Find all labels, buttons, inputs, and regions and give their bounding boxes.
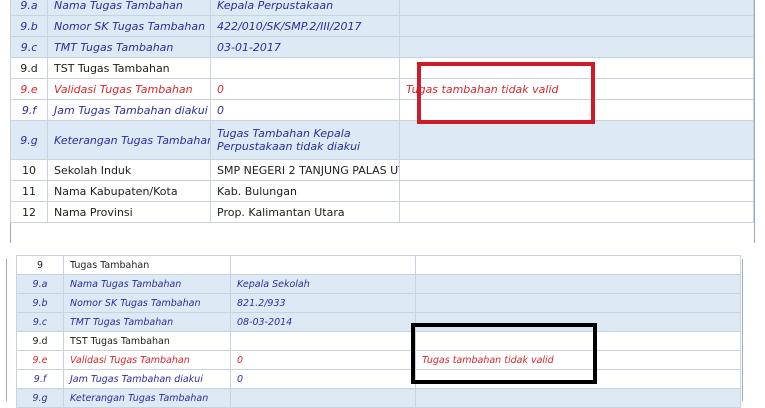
row-label: Nomor SK Tugas Tambahan [63, 293, 231, 313]
table-row: 9.b Nomor SK Tugas Tambahan 821.2/933 [16, 293, 741, 313]
row-number: 9.e [10, 78, 48, 100]
table-row: 9.c TMT Tugas Tambahan 08-03-2014 [16, 312, 741, 332]
row-number: 9.e [16, 350, 64, 370]
row-note [399, 0, 754, 16]
table-row: 9.f Jam Tugas Tambahan diakui 0 [10, 99, 754, 121]
row-label: Tugas Tambahan [63, 255, 231, 275]
row-note [399, 120, 754, 160]
table-row: 9 Tugas Tambahan [16, 255, 741, 275]
table-row: 9.a Nama Tugas Tambahan Kepala Sekolah [16, 274, 741, 294]
table-row: 9.g Keterangan Tugas Tambahan Tugas Tambah… [10, 120, 754, 160]
table-row: 9.d TST Tugas Tambahan [10, 57, 754, 79]
row-number: 9.f [10, 99, 48, 121]
row-value: 0 [230, 350, 416, 370]
panel-right-rule [754, 0, 755, 243]
tugas-tambahan-table-top: 9.a Nama Tugas Tambahan Kepala Perpustakaa… [10, 0, 754, 223]
row-number: 9.d [10, 57, 48, 79]
black-highlight-box [411, 323, 597, 384]
row-label: Jam Tugas Tambahan diakui [47, 99, 211, 121]
row-number: 9.a [16, 274, 64, 294]
bottom-right-rule [742, 259, 743, 401]
table-row: 9.b Nomor SK Tugas Tambahan 422/010/SK/SMP… [10, 15, 754, 37]
row-label: TMT Tugas Tambahan [47, 36, 211, 58]
row-note [415, 274, 741, 294]
row-value: Prop. Kalimantan Utara [210, 201, 400, 223]
row-note [399, 201, 754, 223]
red-highlight-box [417, 62, 595, 124]
row-number: 9.a [10, 0, 48, 16]
row-number: 9.b [10, 15, 48, 37]
row-note [399, 180, 754, 202]
row-note [415, 293, 741, 313]
table-row: 9.e Validasi Tugas Tambahan 0 Tugas tambaha… [10, 78, 754, 100]
row-number: 10 [10, 159, 48, 181]
row-label: TST Tugas Tambahan [47, 57, 211, 79]
table-row: 9.d TST Tugas Tambahan [16, 331, 741, 351]
row-value: 821.2/933 [230, 293, 416, 313]
row-label: Nama Kabupaten/Kota [47, 180, 211, 202]
row-value: SMP NEGERI 2 TANJUNG PALAS UTARA [210, 159, 400, 181]
row-value: Kepala Sekolah [230, 274, 416, 294]
row-note [399, 159, 754, 181]
row-note [399, 15, 754, 37]
row-label: Nomor SK Tugas Tambahan [47, 15, 211, 37]
row-value: 08-03-2014 [230, 312, 416, 332]
row-number: 9.b [16, 293, 64, 313]
row-value: 0 [210, 99, 400, 121]
row-label: Nama Provinsi [47, 201, 211, 223]
row-note [399, 36, 754, 58]
table-row: 9.e Validasi Tugas Tambahan 0 Tugas tambaha… [16, 350, 741, 370]
table-row: 10 Sekolah Induk SMP NEGERI 2 TANJUNG PALA… [10, 159, 754, 181]
row-value: 0 [210, 78, 400, 100]
row-label: Validasi Tugas Tambahan [47, 78, 211, 100]
row-number: 9.g [16, 388, 64, 408]
bottom-left-rule [6, 259, 7, 401]
row-label: Keterangan Tugas Tambahan [63, 388, 231, 408]
row-number: 12 [10, 201, 48, 223]
row-value: 03-01-2017 [210, 36, 400, 58]
row-value: Tugas Tambahan Kepala Perpustakaan tidak… [210, 120, 400, 160]
row-label: TST Tugas Tambahan [63, 331, 231, 351]
row-number: 9.d [16, 331, 64, 351]
table-row: 12 Nama Provinsi Prop. Kalimantan Utara [10, 201, 754, 223]
row-number: 9.f [16, 369, 64, 389]
row-label: Validasi Tugas Tambahan [63, 350, 231, 370]
row-value: 0 [230, 369, 416, 389]
table-row: 9.a Nama Tugas Tambahan Kepala Perpustakaa… [10, 0, 754, 16]
row-label: TMT Tugas Tambahan [63, 312, 231, 332]
row-number: 9.c [16, 312, 64, 332]
row-value: Kepala Perpustakaan [210, 0, 400, 16]
table-row: 9.g Keterangan Tugas Tambahan [16, 388, 741, 408]
row-value [230, 388, 416, 408]
tugas-tambahan-table-bottom: 9 Tugas Tambahan 9.a Nama Tugas Tambahan Kep… [16, 255, 741, 408]
row-label: Keterangan Tugas Tambahan [47, 120, 211, 160]
row-number: 9.c [10, 36, 48, 58]
row-label: Nama Tugas Tambahan [63, 274, 231, 294]
row-number: 11 [10, 180, 48, 202]
row-label: Jam Tugas Tambahan diakui [63, 369, 231, 389]
row-value: Kab. Bulungan [210, 180, 400, 202]
table-row: 9.c TMT Tugas Tambahan 03-01-2017 [10, 36, 754, 58]
row-number: 9 [16, 255, 64, 275]
table-row: 9.f Jam Tugas Tambahan diakui 0 [16, 369, 741, 389]
row-note [415, 255, 741, 275]
row-number: 9.g [10, 120, 48, 160]
row-value [210, 57, 400, 79]
row-label: Sekolah Induk [47, 159, 211, 181]
row-value: 422/010/SK/SMP.2/III/2017 [210, 15, 400, 37]
row-value [230, 331, 416, 351]
row-label: Nama Tugas Tambahan [47, 0, 211, 16]
table-row: 11 Nama Kabupaten/Kota Kab. Bulungan [10, 180, 754, 202]
row-note [415, 388, 741, 408]
row-value [230, 255, 416, 275]
